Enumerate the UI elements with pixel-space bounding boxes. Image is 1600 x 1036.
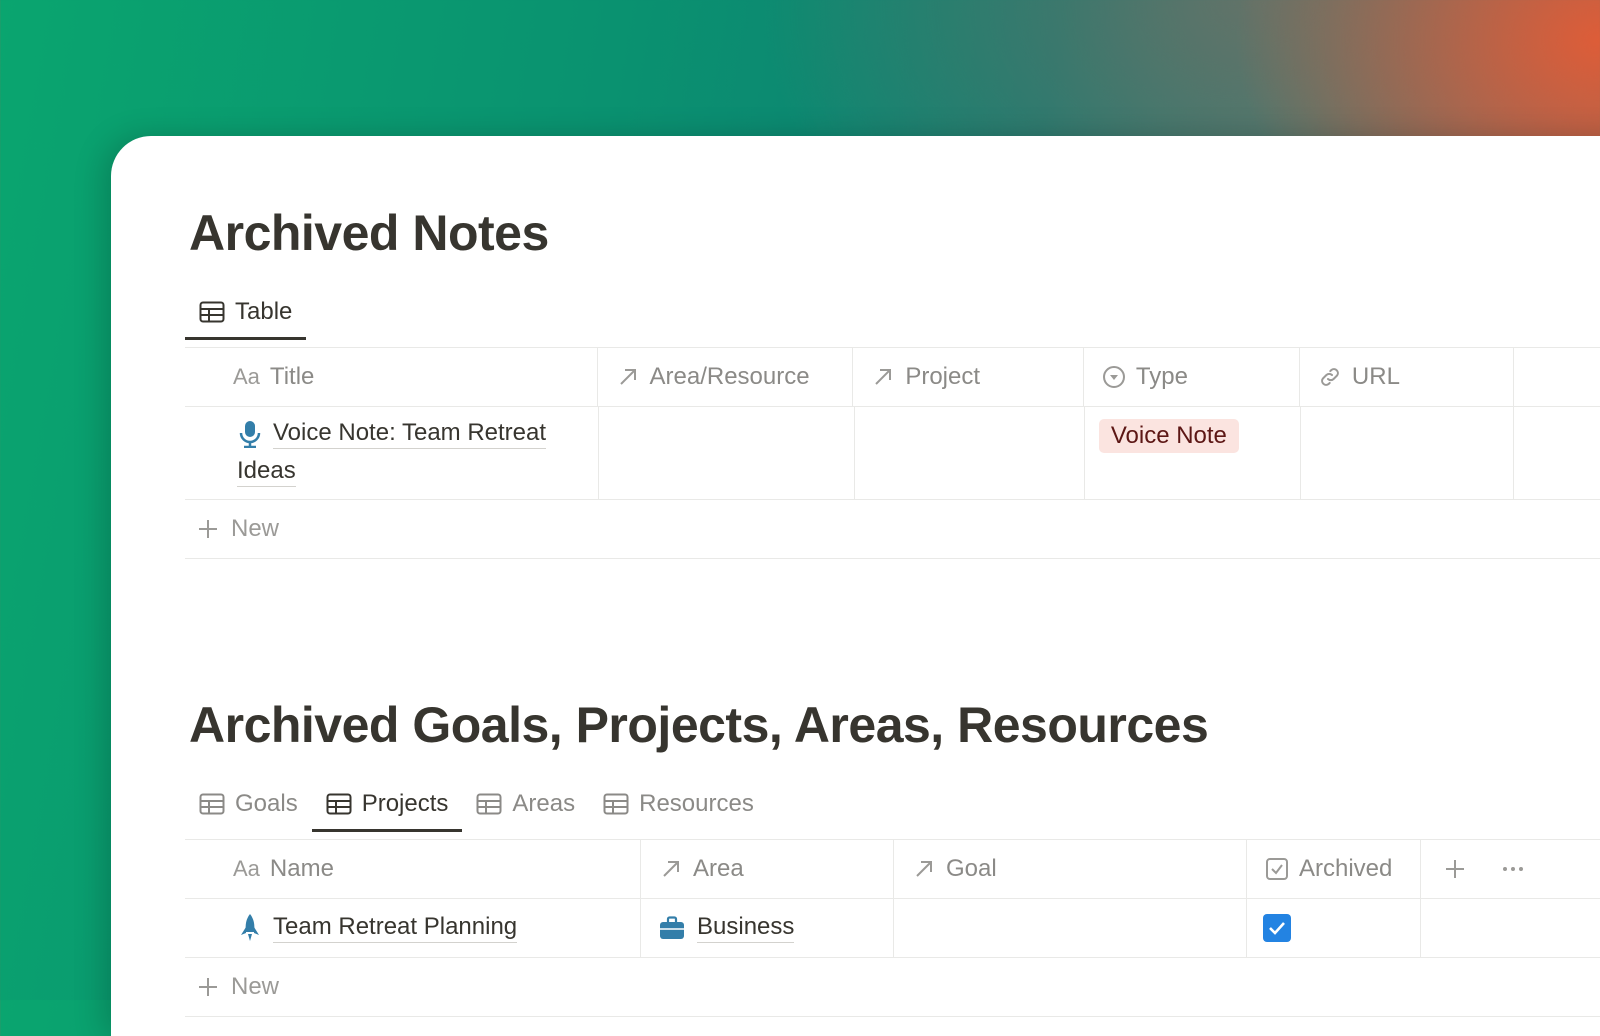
new-row-button[interactable]: New	[185, 500, 1600, 559]
new-label: New	[231, 973, 280, 1000]
url-cell[interactable]	[1301, 407, 1515, 499]
column-header-project[interactable]: Project	[853, 348, 1084, 406]
column-header-area-resource[interactable]: Area/Resource	[598, 348, 854, 406]
link-icon	[1321, 368, 1339, 386]
column-header-name[interactable]: Aa Name	[185, 840, 641, 898]
title-cell[interactable]: Voice Note: Team Retreat Ideas	[185, 407, 600, 499]
name-cell[interactable]: Team Retreat Planning	[185, 899, 641, 957]
table-header-row: Aa Title Area/Resource Project Type URL	[185, 348, 1600, 407]
notes-section-title: Archived Notes	[189, 205, 549, 261]
table-icon	[199, 793, 225, 815]
tab-label: Areas	[512, 790, 576, 817]
tab-projects[interactable]: Projects	[311, 778, 463, 832]
archive-view-tabs: Goals Projects Areas Resources	[185, 778, 768, 832]
table-icon	[199, 301, 225, 323]
row-name[interactable]: Team Retreat Planning	[273, 913, 518, 943]
briefcase-icon	[660, 916, 684, 939]
checkmark-icon	[1269, 922, 1285, 935]
table-row: Voice Note: Team Retreat Ideas Voice Not…	[185, 407, 1600, 500]
checkbox-icon	[1266, 858, 1288, 880]
tab-goals[interactable]: Goals	[185, 778, 312, 830]
tab-table[interactable]: Table	[185, 286, 307, 340]
column-header-goal[interactable]: Goal	[894, 840, 1247, 898]
column-label: Name	[269, 855, 334, 882]
area-value[interactable]: Business	[697, 913, 795, 943]
page-canvas: Archived Notes Table Aa Title Area/Resou…	[111, 136, 1600, 1036]
notes-table: Aa Title Area/Resource Project Type URL	[185, 347, 1600, 559]
type-cell[interactable]: Voice Note	[1085, 407, 1301, 499]
tab-areas[interactable]: Areas	[462, 778, 589, 830]
column-header-area[interactable]: Area	[641, 840, 894, 898]
table-header-row: Aa Name Area Goal Archived	[185, 840, 1600, 899]
column-header-actions	[1421, 840, 1600, 898]
column-label: Goal	[946, 855, 997, 882]
column-label: Type	[1135, 363, 1188, 390]
add-property-icon[interactable]	[1443, 857, 1467, 881]
column-header-type[interactable]: Type	[1084, 348, 1300, 406]
archive-section-title: Archived Goals, Projects, Areas, Resourc…	[189, 697, 1209, 753]
new-row-button[interactable]: New	[185, 958, 1600, 1017]
table-icon	[603, 793, 629, 815]
table-icon	[476, 793, 502, 815]
area-cell[interactable]: Business	[641, 899, 894, 957]
table-icon	[326, 793, 352, 815]
microphone-icon	[239, 421, 261, 448]
plus-icon	[199, 978, 217, 996]
column-label: URL	[1351, 363, 1400, 390]
more-options-icon[interactable]	[1501, 857, 1525, 881]
column-header-url[interactable]: URL	[1300, 348, 1514, 406]
tab-label: Table	[235, 298, 293, 325]
project-cell[interactable]	[855, 407, 1085, 499]
archived-checkbox[interactable]	[1263, 914, 1291, 942]
row-title-line2[interactable]: Ideas	[237, 457, 296, 487]
tab-label: Resources	[639, 790, 754, 817]
overflow-cell	[1514, 407, 1600, 499]
row-title-line1[interactable]: Voice Note: Team Retreat	[273, 419, 547, 449]
relation-arrow-icon	[619, 369, 636, 385]
tab-label: Goals	[235, 790, 298, 817]
notes-view-tabs: Table	[185, 286, 307, 340]
column-label: Title	[269, 363, 315, 390]
relation-arrow-icon	[663, 861, 679, 877]
text-aa-icon: Aa	[233, 856, 260, 881]
plus-icon	[199, 520, 217, 538]
new-label: New	[231, 515, 280, 542]
table-row: Team Retreat Planning Business	[185, 899, 1600, 958]
column-label: Area	[693, 855, 744, 882]
tab-resources[interactable]: Resources	[589, 778, 768, 830]
column-header-overflow	[1514, 348, 1600, 406]
column-header-archived[interactable]: Archived	[1247, 840, 1421, 898]
archive-table: Aa Name Area Goal Archived Team Retreat …	[185, 839, 1600, 1017]
actions-cell	[1421, 899, 1600, 957]
column-header-title[interactable]: Aa Title	[185, 348, 598, 406]
column-label: Archived	[1299, 855, 1393, 882]
text-aa-icon: Aa	[233, 364, 260, 389]
relation-arrow-icon	[916, 861, 932, 877]
goal-cell[interactable]	[894, 899, 1247, 957]
column-label: Area/Resource	[649, 363, 810, 390]
type-tag: Voice Note	[1098, 419, 1239, 453]
column-label: Project	[905, 363, 981, 390]
relation-arrow-icon	[875, 369, 892, 385]
area-resource-cell[interactable]	[599, 407, 855, 499]
select-icon	[1102, 366, 1125, 388]
archived-cell[interactable]	[1247, 899, 1421, 957]
tab-label: Projects	[361, 790, 449, 817]
rocket-icon	[241, 914, 259, 941]
